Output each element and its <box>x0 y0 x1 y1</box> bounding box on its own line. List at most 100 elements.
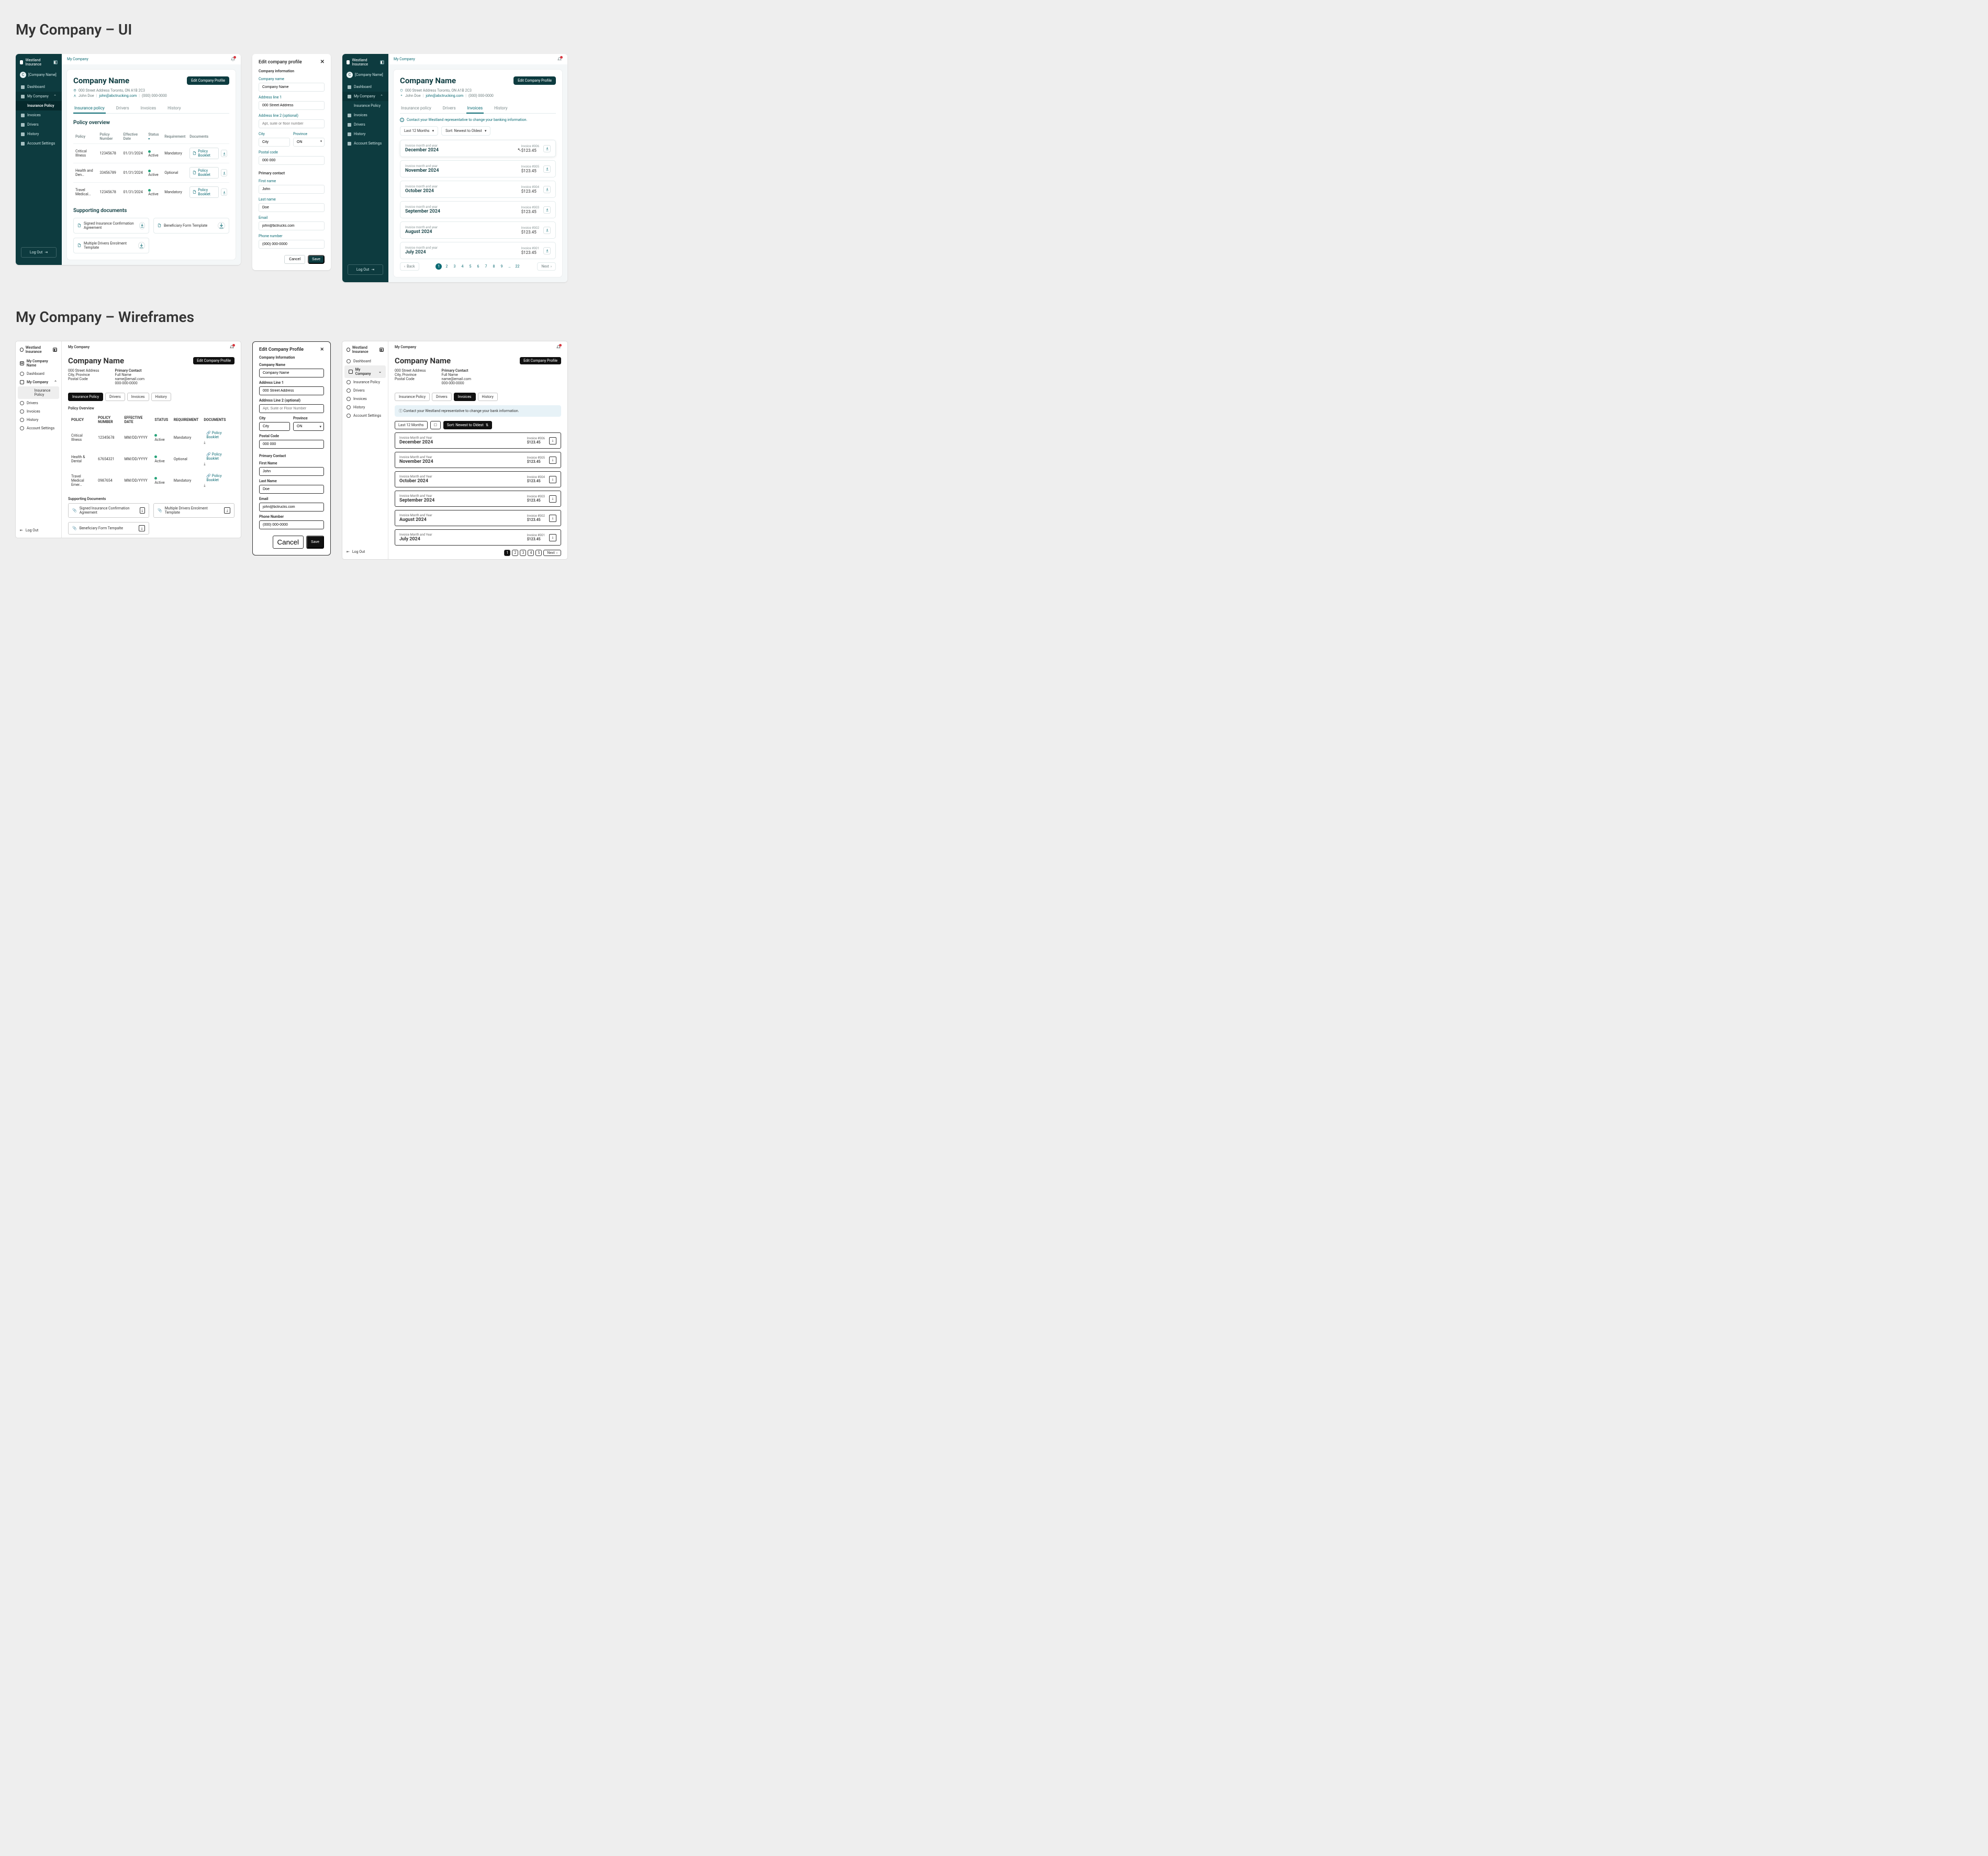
col-requirement[interactable]: Requirement <box>162 130 187 144</box>
input-addr1[interactable] <box>259 101 325 110</box>
col-documents[interactable]: Documents <box>187 130 229 144</box>
table-row[interactable]: Health and Den…3345678901/31/2024 Active… <box>73 163 229 183</box>
notifications-icon[interactable] <box>556 344 561 350</box>
nav-my-company[interactable]: My Company⌃ <box>16 378 61 386</box>
pager-number[interactable]: 6 <box>475 263 481 270</box>
input-first[interactable] <box>259 467 324 476</box>
input-city[interactable] <box>259 138 290 147</box>
pager-number[interactable]: 7 <box>483 263 489 270</box>
tab-history[interactable]: History <box>493 103 508 113</box>
tab-drivers[interactable]: Drivers <box>432 393 452 401</box>
download-button[interactable]: ⤓ <box>140 507 145 514</box>
pager-next[interactable]: Next › <box>543 550 561 556</box>
tab-policy[interactable]: Insurance policy <box>73 103 106 113</box>
invoice-row[interactable]: Invoice Month and YearAugust 2024 Invoic… <box>395 510 561 526</box>
logout-button[interactable]: ⇤Log Out <box>342 548 388 556</box>
tab-policy[interactable]: Insurance Policy <box>395 393 430 401</box>
nav-dashboard[interactable]: Dashboard <box>342 357 388 365</box>
col-date[interactable]: Effective Date <box>121 130 147 144</box>
doc-card[interactable]: 📎Signed Insurance Confirmation Agreement… <box>68 503 149 518</box>
invoice-row[interactable]: Invoice Month and YearDecember 2024 Invo… <box>395 432 561 449</box>
input-postal[interactable] <box>259 156 325 165</box>
download-button[interactable]: ⤓ <box>139 525 145 531</box>
pager-number[interactable]: 1 <box>504 550 510 556</box>
pager-number[interactable]: 5 <box>467 263 473 270</box>
download-button[interactable] <box>221 150 227 157</box>
pager-next[interactable]: Next› <box>537 262 556 271</box>
filter-range[interactable]: Last 12 Months <box>395 421 428 429</box>
invoice-row[interactable]: Invoice Month and YearNovember 2024 Invo… <box>395 452 561 468</box>
pager-number[interactable]: 3 <box>451 263 457 270</box>
breadcrumb[interactable]: My Company <box>394 57 415 61</box>
invoice-row[interactable]: Invoice month and yearSeptember 2024 Inv… <box>400 201 556 218</box>
input-city[interactable] <box>259 422 290 431</box>
collapse-icon[interactable]: ◧ <box>379 348 384 352</box>
pager-number[interactable]: 2 <box>512 550 518 556</box>
invoice-row[interactable]: Invoice Month and YearOctober 2024 Invoi… <box>395 471 561 487</box>
download-button[interactable] <box>139 222 145 229</box>
download-button[interactable] <box>138 242 145 249</box>
download-button[interactable] <box>221 169 227 176</box>
logout-button[interactable]: Log Out ⇥ <box>21 247 57 258</box>
input-addr1[interactable] <box>259 386 324 395</box>
logout-button[interactable]: ⇤Log Out <box>16 526 61 535</box>
nav-history[interactable]: History <box>16 129 62 139</box>
invoice-row[interactable]: Invoice month and yearOctober 2024 Invoi… <box>400 181 556 198</box>
notifications-icon[interactable] <box>230 57 236 62</box>
nav-dashboard[interactable]: Dashboard <box>342 82 388 92</box>
download-icon[interactable]: ⤓ <box>204 462 205 466</box>
pager-number[interactable]: 3 <box>520 550 526 556</box>
nav-insurance-policy[interactable]: Insurance Policy <box>342 378 388 386</box>
invoice-row[interactable]: Invoice Month and YearSeptember 2024 Inv… <box>395 491 561 507</box>
tab-policy[interactable]: Insurance Policy <box>68 393 103 401</box>
download-button[interactable] <box>543 186 551 193</box>
close-icon[interactable]: ✕ <box>320 59 325 65</box>
table-row[interactable]: Travel Medical…1234567801/31/2024 Active… <box>73 183 229 202</box>
input-phone[interactable] <box>259 240 325 249</box>
cancel-button[interactable]: Cancel <box>273 536 304 549</box>
policy-booklet-button[interactable]: Policy Booklet <box>189 167 219 179</box>
download-button[interactable] <box>221 188 227 196</box>
breadcrumb[interactable]: My Company <box>68 345 90 349</box>
nav-history[interactable]: History <box>16 416 61 424</box>
policy-booklet-button[interactable]: Policy Booklet <box>189 186 219 198</box>
input-addr2[interactable] <box>259 119 325 128</box>
close-icon[interactable]: ✕ <box>320 347 324 352</box>
pager-number[interactable]: 22 <box>514 263 520 270</box>
policy-booklet-button[interactable]: Policy Booklet <box>189 148 219 159</box>
invoice-row[interactable]: Invoice month and yearJuly 2024 Invoice … <box>400 242 556 259</box>
download-button[interactable] <box>543 247 551 254</box>
download-button[interactable]: ⤓ <box>224 507 230 514</box>
notifications-icon[interactable] <box>229 344 234 350</box>
edit-profile-button[interactable]: Edit Company Profile <box>193 357 234 364</box>
policy-booklet-button[interactable]: 🔗 Policy Booklet <box>204 430 231 440</box>
nav-account-settings[interactable]: Account Settings <box>342 412 388 420</box>
download-button[interactable]: ⤓ <box>549 476 556 483</box>
save-button[interactable]: Save <box>308 255 325 264</box>
col-status[interactable]: Status ▾ <box>146 130 162 144</box>
nav-my-company[interactable]: My Company ⌃ <box>16 92 62 101</box>
breadcrumb[interactable]: My Company <box>395 345 416 349</box>
input-last[interactable] <box>259 203 325 212</box>
company-chip[interactable]: C [Company Name] <box>20 72 58 78</box>
input-phone[interactable] <box>259 520 324 529</box>
doc-card[interactable]: 📎Beneficiary Form Tempalte⤓ <box>68 522 149 535</box>
table-row[interactable]: Critical Illness1234567801/31/2024 Activ… <box>73 144 229 163</box>
download-button[interactable]: ⤓ <box>549 495 556 503</box>
filter-calendar[interactable]: ☐ <box>430 421 441 429</box>
nav-history[interactable]: History <box>342 129 388 139</box>
doc-card[interactable]: Beneficiary Form Template <box>153 218 229 234</box>
filter-range[interactable]: Last 12 Months▾ <box>400 126 438 136</box>
collapse-icon[interactable]: ◧ <box>380 60 384 64</box>
filter-sort[interactable]: Sort: Newest to Oldest▾ <box>441 126 490 136</box>
input-postal[interactable] <box>259 440 324 449</box>
pager-number[interactable]: 9 <box>498 263 505 270</box>
nav-invoices[interactable]: Invoices <box>16 110 62 120</box>
nav-drivers[interactable]: Drivers <box>342 386 388 395</box>
input-email[interactable] <box>259 221 325 230</box>
nav-invoices[interactable]: Invoices <box>342 110 388 120</box>
doc-card[interactable]: 📎Multiple Drivers Enrolment Template⤓ <box>153 503 234 518</box>
notifications-icon[interactable] <box>557 57 562 62</box>
input-company-name[interactable] <box>259 83 325 92</box>
tab-drivers[interactable]: Drivers <box>442 103 457 113</box>
